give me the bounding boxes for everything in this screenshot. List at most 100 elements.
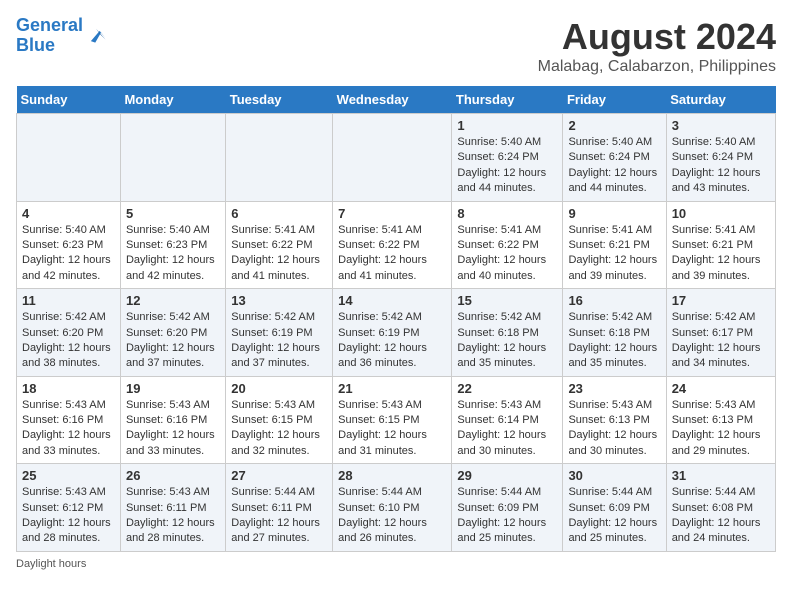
cell-detail: Sunset: 6:22 PM [457,238,557,253]
cell-detail: Sunset: 6:16 PM [22,413,115,428]
day-number: 2 [568,118,660,133]
day-header-monday: Monday [120,86,225,114]
day-number: 5 [126,206,220,221]
cell-detail: Sunset: 6:09 PM [568,501,660,516]
main-title: August 2024 [538,16,776,58]
cell-detail: Daylight: 12 hours and 25 minutes. [568,516,660,547]
cell-detail: Sunset: 6:21 PM [672,238,770,253]
daylight-label: Daylight hours [16,558,86,570]
cell-detail: Sunrise: 5:40 AM [457,135,557,150]
calendar-cell: 17Sunrise: 5:42 AMSunset: 6:17 PMDayligh… [666,289,775,377]
week-row-4: 18Sunrise: 5:43 AMSunset: 6:16 PMDayligh… [17,376,776,464]
cell-detail: Daylight: 12 hours and 44 minutes. [457,166,557,197]
cell-detail: Sunset: 6:09 PM [457,501,557,516]
logo-line1: General [16,15,83,35]
cell-detail: Sunrise: 5:43 AM [126,398,220,413]
page-header: General Blue August 2024 Malabag, Calaba… [16,16,776,76]
calendar-cell: 23Sunrise: 5:43 AMSunset: 6:13 PMDayligh… [563,376,666,464]
calendar-cell: 9Sunrise: 5:41 AMSunset: 6:21 PMDaylight… [563,201,666,289]
day-number: 27 [231,468,327,483]
day-number: 14 [338,293,446,308]
calendar-cell: 13Sunrise: 5:42 AMSunset: 6:19 PMDayligh… [226,289,333,377]
calendar-cell: 7Sunrise: 5:41 AMSunset: 6:22 PMDaylight… [333,201,452,289]
cell-detail: Daylight: 12 hours and 39 minutes. [568,253,660,284]
calendar-cell: 31Sunrise: 5:44 AMSunset: 6:08 PMDayligh… [666,464,775,552]
cell-detail: Sunrise: 5:42 AM [457,310,557,325]
cell-detail: Daylight: 12 hours and 39 minutes. [672,253,770,284]
cell-detail: Sunrise: 5:42 AM [231,310,327,325]
day-number: 28 [338,468,446,483]
cell-detail: Sunset: 6:18 PM [457,326,557,341]
cell-detail: Sunset: 6:17 PM [672,326,770,341]
calendar-cell: 15Sunrise: 5:42 AMSunset: 6:18 PMDayligh… [452,289,563,377]
day-number: 11 [22,293,115,308]
cell-detail: Sunset: 6:12 PM [22,501,115,516]
cell-detail: Daylight: 12 hours and 35 minutes. [568,341,660,372]
day-number: 25 [22,468,115,483]
cell-detail: Sunset: 6:19 PM [338,326,446,341]
cell-detail: Sunset: 6:22 PM [231,238,327,253]
cell-detail: Sunset: 6:16 PM [126,413,220,428]
cell-detail: Daylight: 12 hours and 36 minutes. [338,341,446,372]
calendar-cell: 4Sunrise: 5:40 AMSunset: 6:23 PMDaylight… [17,201,121,289]
day-header-row: SundayMondayTuesdayWednesdayThursdayFrid… [17,86,776,114]
cell-detail: Sunset: 6:11 PM [126,501,220,516]
cell-detail: Daylight: 12 hours and 42 minutes. [22,253,115,284]
calendar-cell [17,114,121,202]
cell-detail: Sunrise: 5:41 AM [568,223,660,238]
logo-icon [85,25,107,47]
calendar-cell: 3Sunrise: 5:40 AMSunset: 6:24 PMDaylight… [666,114,775,202]
calendar-cell: 1Sunrise: 5:40 AMSunset: 6:24 PMDaylight… [452,114,563,202]
cell-detail: Sunrise: 5:40 AM [22,223,115,238]
cell-detail: Sunset: 6:23 PM [126,238,220,253]
calendar-cell: 2Sunrise: 5:40 AMSunset: 6:24 PMDaylight… [563,114,666,202]
cell-detail: Sunset: 6:13 PM [568,413,660,428]
cell-detail: Sunrise: 5:44 AM [457,485,557,500]
cell-detail: Sunrise: 5:44 AM [338,485,446,500]
day-number: 19 [126,381,220,396]
cell-detail: Daylight: 12 hours and 34 minutes. [672,341,770,372]
week-row-1: 1 Sunrise: 5:40 AM Sunset: 6:24 PM Daylight… [17,114,776,202]
cell-detail: Daylight: 12 hours and 40 minutes. [457,253,557,284]
logo-text: General Blue [16,16,83,56]
cell-detail: Sunrise: 5:41 AM [672,223,770,238]
calendar-cell: 29Sunrise: 5:44 AMSunset: 6:09 PMDayligh… [452,464,563,552]
calendar-cell [120,114,225,202]
calendar-cell: 21Sunrise: 5:43 AMSunset: 6:15 PMDayligh… [333,376,452,464]
cell-detail: Sunrise: 5:44 AM [231,485,327,500]
day-number: 1 [457,118,557,133]
day-number: 30 [568,468,660,483]
calendar-cell: 27Sunrise: 5:44 AMSunset: 6:11 PMDayligh… [226,464,333,552]
calendar-cell: 22Sunrise: 5:43 AMSunset: 6:14 PMDayligh… [452,376,563,464]
day-header-sunday: Sunday [17,86,121,114]
day-number: 8 [457,206,557,221]
cell-detail: Sunrise: 5:42 AM [338,310,446,325]
cell-detail: Sunrise: 5:43 AM [22,398,115,413]
calendar-cell: 30Sunrise: 5:44 AMSunset: 6:09 PMDayligh… [563,464,666,552]
calendar-cell: 14 Sunrise: 5:42 AMSunset: 6:19 PMDayligh… [333,289,452,377]
cell-detail: Sunrise: 5:42 AM [672,310,770,325]
calendar-cell: 25Sunrise: 5:43 AMSunset: 6:12 PMDayligh… [17,464,121,552]
calendar-cell: 8Sunrise: 5:41 AMSunset: 6:22 PMDaylight… [452,201,563,289]
day-number: 6 [231,206,327,221]
footer: Daylight hours [16,558,776,570]
cell-detail: Daylight: 12 hours and 28 minutes. [22,516,115,547]
cell-detail: Daylight: 12 hours and 26 minutes. [338,516,446,547]
cell-detail: Sunrise: 5:43 AM [231,398,327,413]
day-number: 3 [672,118,770,133]
day-number: 15 [457,293,557,308]
day-number: 4 [22,206,115,221]
day-header-friday: Friday [563,86,666,114]
day-number: 22 [457,381,557,396]
day-number: 24 [672,381,770,396]
day-number: 26 [126,468,220,483]
cell-detail: Daylight: 12 hours and 31 minutes. [338,428,446,459]
calendar-cell: 19Sunrise: 5:43 AMSunset: 6:16 PMDayligh… [120,376,225,464]
cell-detail: Sunrise: 5:40 AM [568,135,660,150]
day-number: 23 [568,381,660,396]
week-row-2: 4 Sunrise: 5:40 AM Sunset: 6:23 PM Daylight… [17,201,776,289]
day-number: 29 [457,468,557,483]
cell-detail: Sunset: 6:24 PM [672,150,770,165]
cell-detail: Sunset: 6:11 PM [231,501,327,516]
cell-detail: Sunset: 6:10 PM [338,501,446,516]
